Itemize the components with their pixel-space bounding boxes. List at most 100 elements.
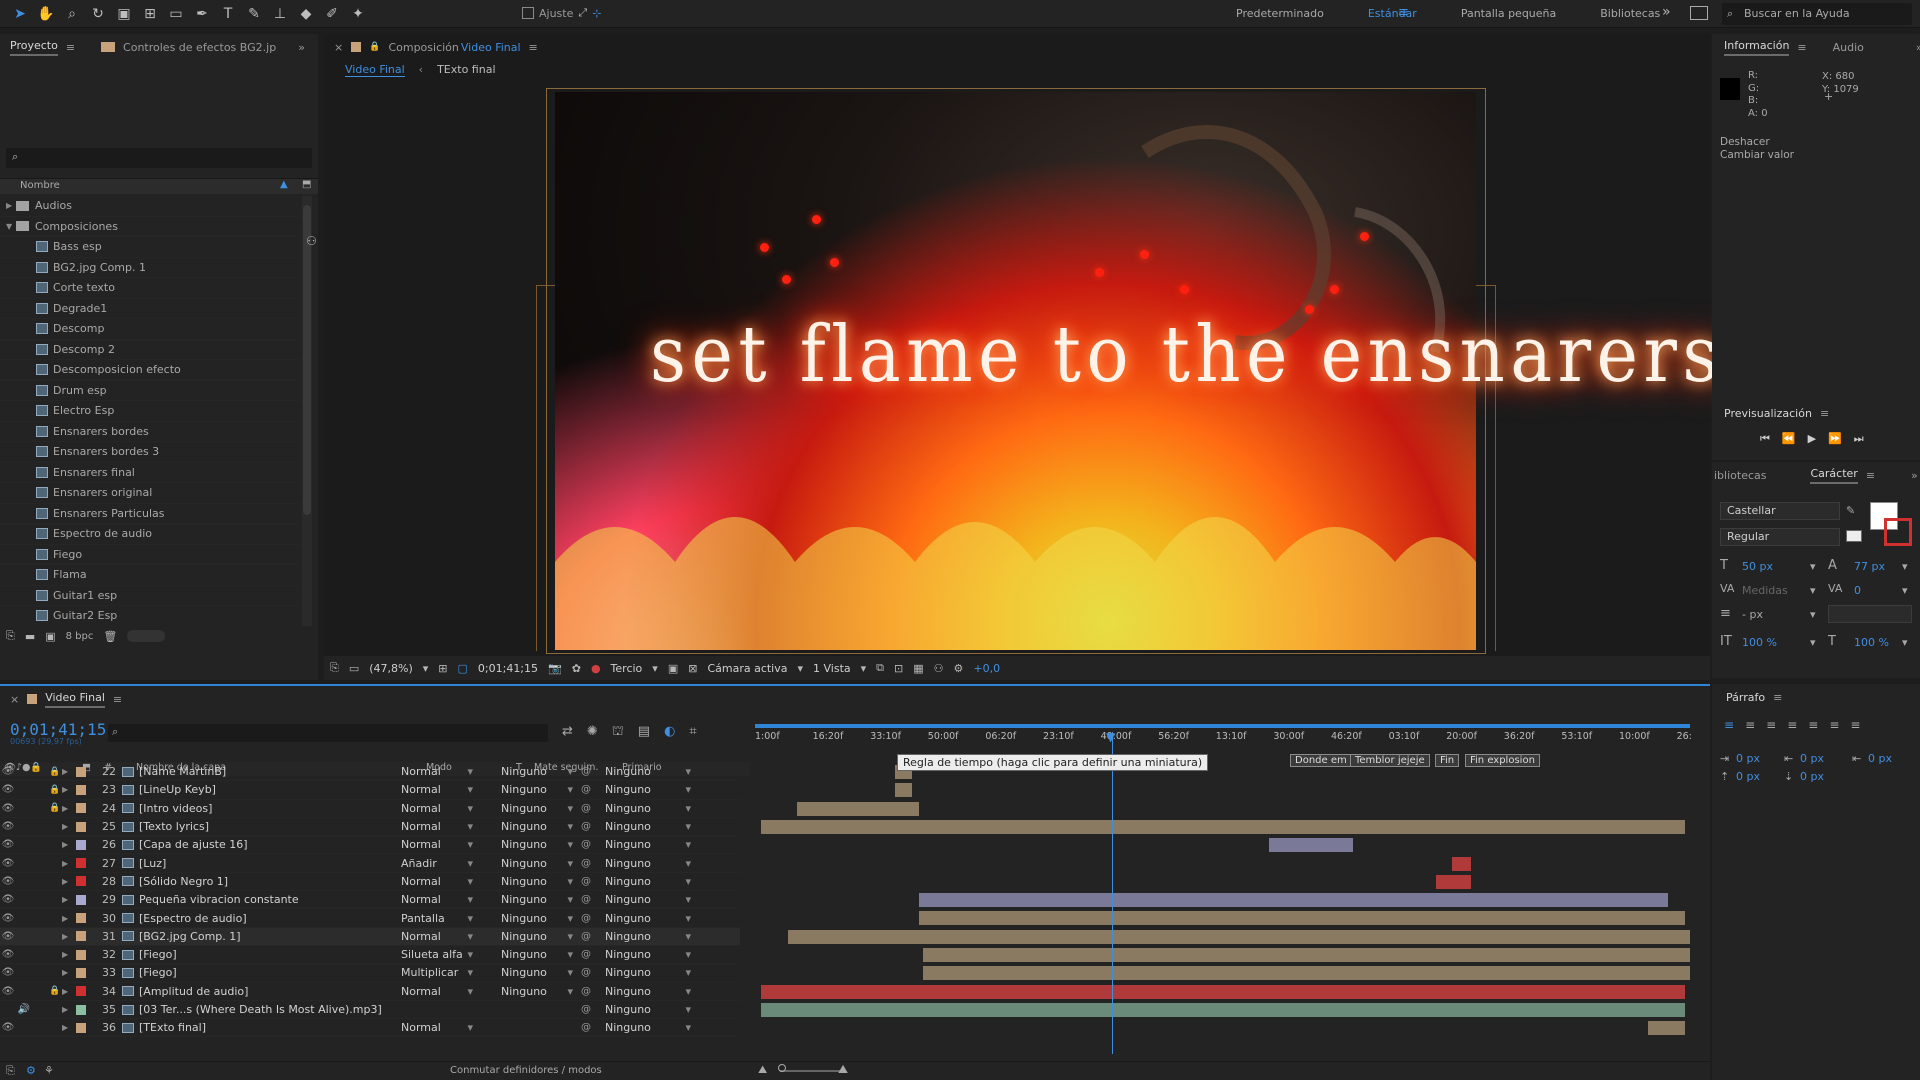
timeline-menu-icon[interactable]: ≡: [113, 693, 122, 706]
timeline-icon[interactable]: ▦: [913, 662, 923, 675]
blend-mode-dropdown[interactable]: Normal: [401, 1021, 481, 1034]
expand-layer-icon[interactable]: ▶: [62, 785, 72, 794]
font-size-value[interactable]: 50 px: [1742, 560, 1773, 573]
audio-toggle-icon[interactable]: 🔊: [16, 1004, 32, 1015]
track-matte-dropdown[interactable]: Ninguno: [501, 875, 581, 888]
current-time-indicator[interactable]: [1112, 732, 1113, 1054]
project-item[interactable]: Descomposicion efecto: [0, 360, 300, 381]
pick-whip-icon[interactable]: @: [581, 876, 591, 887]
preview-menu-icon[interactable]: ≡: [1820, 407, 1829, 420]
expand-layer-icon[interactable]: ▶: [62, 1005, 72, 1014]
fit-icon[interactable]: ⊞: [438, 662, 447, 675]
transparency-icon[interactable]: ⊠: [688, 662, 697, 675]
pick-whip-icon[interactable]: @: [581, 967, 591, 978]
help-search-input[interactable]: ⌕ Buscar en la Ayuda: [1722, 3, 1912, 25]
layer-name[interactable]: [LineUp Keyb]: [139, 783, 401, 796]
expand-layer-icon[interactable]: ▶: [62, 804, 72, 813]
thumbnail-slider[interactable]: [127, 630, 166, 642]
track-matte-dropdown[interactable]: Ninguno: [501, 857, 581, 870]
layer-label-color[interactable]: [76, 876, 86, 887]
tab-effect-controls[interactable]: Controles de efectos BG2.jp: [123, 41, 276, 54]
timeline-layer-row[interactable]: 👁🔒▶23[LineUp Keyb]NormalNinguno@Ninguno: [0, 781, 740, 800]
chevron-down-icon[interactable]: ▾: [652, 662, 658, 675]
indent-left-value[interactable]: 0 px: [1736, 752, 1760, 765]
show-snapshot-icon[interactable]: ✿: [572, 662, 581, 675]
timeline-layer-row[interactable]: 👁▶28[Sólido Negro 1]NormalNinguno@Ningun…: [0, 873, 740, 892]
space-after-value[interactable]: 0 px: [1800, 770, 1824, 783]
color-channel-icon[interactable]: ●: [591, 662, 601, 675]
leading-value[interactable]: 77 px: [1854, 560, 1885, 573]
layer-duration-bar[interactable]: [895, 783, 913, 798]
parent-dropdown[interactable]: Ninguno: [605, 930, 705, 943]
visibility-toggle-icon[interactable]: 👁: [0, 766, 16, 777]
lock-toggle-icon[interactable]: 🔒: [48, 785, 62, 795]
collapse-triangle-icon[interactable]: ▶: [6, 201, 16, 210]
chevron-down-icon[interactable]: ▾: [1810, 584, 1816, 597]
layer-label-color[interactable]: [76, 858, 86, 869]
stroke-width-value[interactable]: - px: [1742, 608, 1763, 621]
layer-duration-bar[interactable]: [918, 911, 1686, 926]
folder-row[interactable]: ▶ Audios: [0, 196, 300, 217]
bit-depth-label[interactable]: 8 bpc: [66, 631, 94, 642]
next-frame-icon[interactable]: ⏩: [1828, 432, 1842, 446]
eraser-tool-icon[interactable]: ◆: [294, 3, 318, 25]
interpret-footage-icon[interactable]: ⎘: [6, 629, 15, 643]
zoom-in-icon[interactable]: ⛰: [838, 1062, 848, 1077]
parent-dropdown[interactable]: Ninguno: [605, 875, 705, 888]
layer-duration-bar[interactable]: [1451, 856, 1472, 871]
layer-duration-bar[interactable]: [760, 819, 1686, 834]
project-item[interactable]: Guitar2 Esp: [0, 606, 300, 627]
pick-whip-icon[interactable]: @: [581, 766, 591, 777]
chevron-down-icon[interactable]: ▾: [1902, 636, 1908, 649]
track-matte-dropdown[interactable]: Ninguno: [501, 912, 581, 925]
font-style-dropdown[interactable]: Regular: [1720, 528, 1840, 546]
folder-row[interactable]: ▼ Composiciones: [0, 217, 300, 237]
indent-first-value[interactable]: 0 px: [1800, 752, 1824, 765]
eyedropper-icon[interactable]: ✎: [1846, 504, 1855, 517]
visibility-toggle-icon[interactable]: 👁: [0, 894, 16, 905]
visibility-toggle-icon[interactable]: 👁: [0, 949, 16, 960]
blend-mode-dropdown[interactable]: Normal: [401, 893, 481, 906]
panel-overflow-icon[interactable]: »: [1916, 41, 1920, 54]
close-tab-icon[interactable]: ×: [10, 693, 19, 706]
tab-character[interactable]: Carácter: [1810, 467, 1858, 484]
paragraph-menu-icon[interactable]: ≡: [1773, 691, 1782, 704]
camera-tool-icon[interactable]: ▣: [112, 3, 136, 25]
timeline-layer-row[interactable]: 👁▶26[Capa de ajuste 16]NormalNinguno@Nin…: [0, 836, 740, 855]
workspace-menu-icon[interactable]: ≡: [1398, 5, 1409, 20]
timeline-layer-row[interactable]: 🔊 ▶ 35 [03 Ter...s (Where Death Is Most Ali…: [0, 1001, 740, 1020]
type-tool-icon[interactable]: T: [216, 3, 240, 25]
blend-mode-dropdown[interactable]: Normal: [401, 985, 481, 998]
pick-whip-icon[interactable]: @: [581, 839, 591, 850]
vertical-scale-value[interactable]: 100 %: [1742, 636, 1777, 649]
trash-icon[interactable]: 🗑: [103, 630, 117, 643]
visibility-toggle-icon[interactable]: 👁: [0, 967, 16, 978]
parent-dropdown[interactable]: Ninguno: [605, 1021, 705, 1034]
space-before-value[interactable]: 0 px: [1736, 770, 1760, 783]
project-item[interactable]: Descomp 2: [0, 340, 300, 360]
layer-label-color[interactable]: [76, 1004, 86, 1015]
timeline-layer-row[interactable]: 👁▶32[Fiego]Silueta alfaNinguno@Ninguno: [0, 946, 740, 965]
pen-tool-icon[interactable]: ✒: [190, 3, 214, 25]
blend-mode-dropdown[interactable]: Normal: [401, 802, 481, 815]
layer-label-color[interactable]: [76, 949, 86, 960]
layer-name[interactable]: [Amplitud de audio]: [139, 985, 401, 998]
blend-mode-dropdown[interactable]: Pantalla: [401, 912, 481, 925]
comp-marker[interactable]: Donde em: [1290, 754, 1352, 767]
expand-layer-icon[interactable]: ▶: [62, 1023, 72, 1032]
project-item[interactable]: Corte texto: [0, 278, 300, 299]
modes-icon[interactable]: ⚘: [44, 1064, 54, 1077]
visibility-toggle-icon[interactable]: 👁: [0, 839, 16, 850]
layer-duration-bar[interactable]: [1647, 1021, 1686, 1036]
visibility-toggle-icon[interactable]: 👁: [0, 821, 16, 832]
rectangle-tool-icon[interactable]: ▭: [164, 3, 188, 25]
workspace-standard[interactable]: Estándar: [1346, 7, 1439, 20]
new-folder-icon[interactable]: ▬: [25, 630, 35, 643]
flowchart-icon[interactable]: ⚇: [306, 234, 317, 248]
project-item[interactable]: Descomp: [0, 319, 300, 340]
blend-mode-dropdown[interactable]: Silueta alfa: [401, 948, 481, 961]
layer-label-color[interactable]: [76, 839, 86, 850]
comp-mini-flowchart-icon[interactable]: ⇄: [562, 724, 573, 741]
expand-layer-icon[interactable]: ▶: [62, 932, 72, 941]
column-name-label[interactable]: Nombre: [20, 180, 60, 191]
